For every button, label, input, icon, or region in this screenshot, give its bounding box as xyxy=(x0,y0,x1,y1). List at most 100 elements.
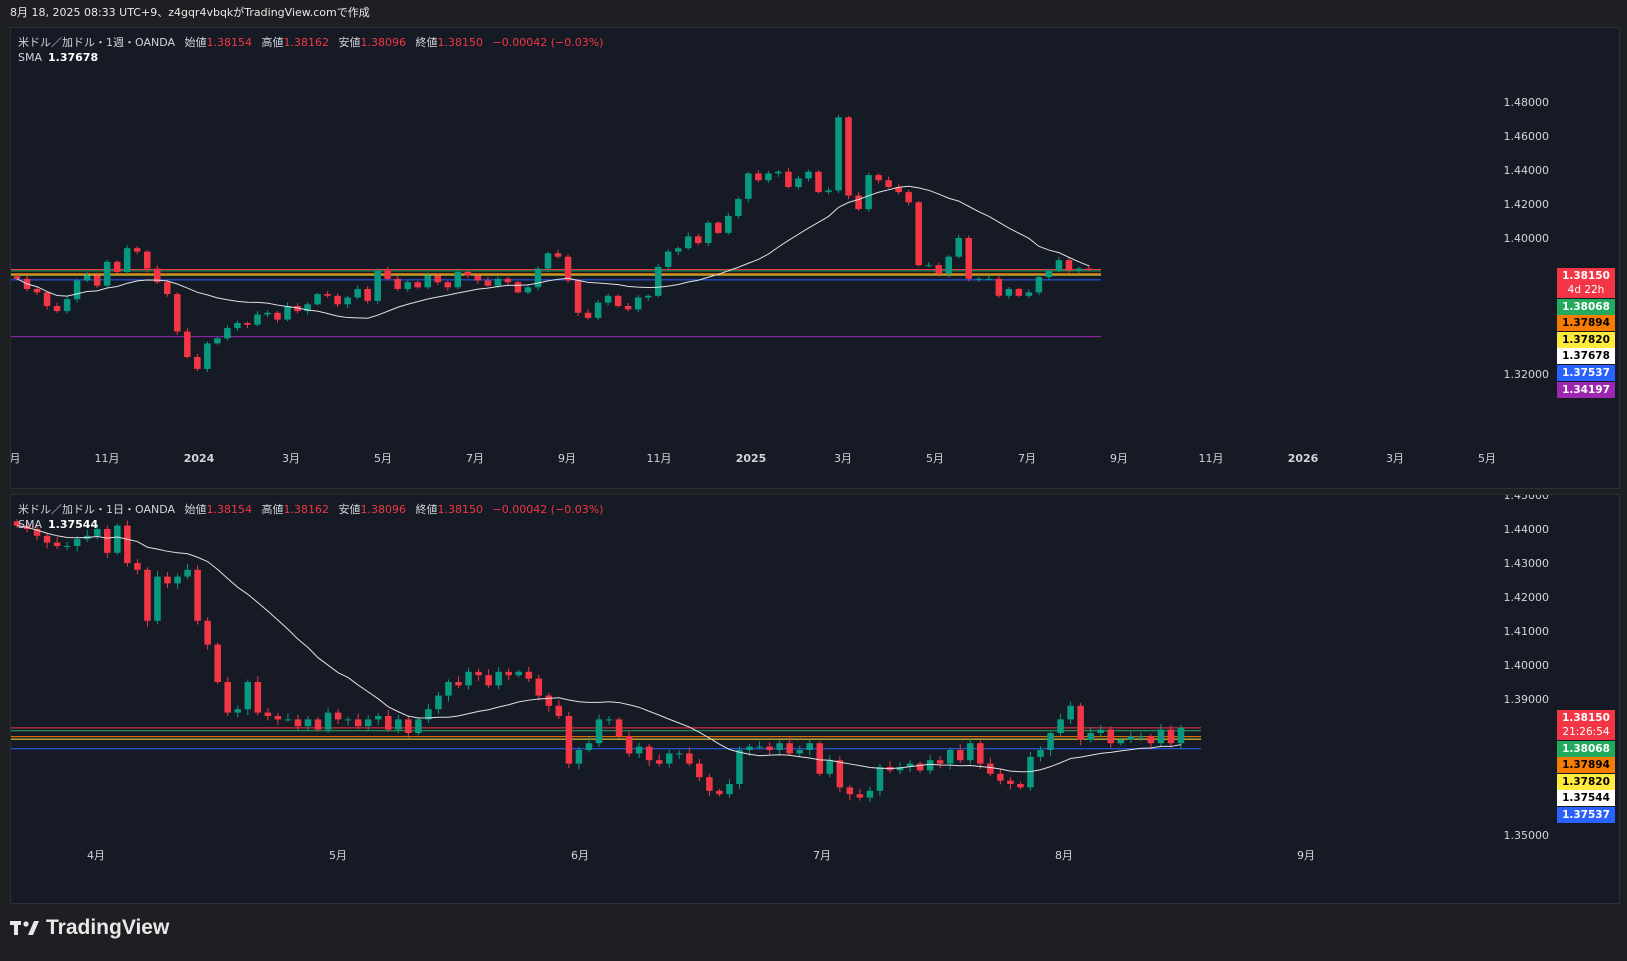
candle xyxy=(465,667,472,690)
candle-body xyxy=(796,750,803,754)
candle xyxy=(53,302,61,313)
weekly-chart-canvas[interactable]: 1.48000 1.46000 1.44000 1.42000 1.40000 1.320… xyxy=(11,28,1619,488)
candle-body xyxy=(264,312,271,315)
candle xyxy=(875,173,882,184)
price-tick: 1.32000 xyxy=(1504,368,1550,381)
candle-body xyxy=(655,760,663,764)
tradingview-logo[interactable]: TradingView xyxy=(10,916,169,940)
candle xyxy=(726,778,733,798)
candle-body xyxy=(364,719,372,727)
candle xyxy=(123,245,131,275)
candle xyxy=(835,115,842,194)
candle xyxy=(445,679,452,702)
candle xyxy=(935,262,942,277)
countdown-label: 21:26:54 xyxy=(1557,724,1615,740)
candle xyxy=(1075,266,1083,274)
price-label: 1.38068 xyxy=(1557,298,1615,315)
open-value: 1.38154 xyxy=(206,503,253,516)
candle xyxy=(1015,287,1023,298)
candle xyxy=(425,704,432,723)
candle-body xyxy=(985,278,993,280)
high-value: 1.38162 xyxy=(283,503,330,516)
candle xyxy=(776,740,783,756)
candle-body xyxy=(1107,729,1115,744)
candle-body xyxy=(414,282,422,288)
candle-body xyxy=(716,790,723,795)
candle xyxy=(384,266,391,281)
candle-body xyxy=(63,299,71,312)
candle xyxy=(1017,781,1024,790)
candle xyxy=(314,717,322,732)
candle-body xyxy=(735,198,742,216)
candle-body xyxy=(815,171,822,193)
time-tick: 3月 xyxy=(834,452,852,465)
candle-body xyxy=(856,794,864,798)
candle-body xyxy=(93,275,101,286)
candle xyxy=(524,284,532,295)
candle-body xyxy=(544,253,552,269)
price-tick: 1.48000 xyxy=(1504,96,1550,109)
candle xyxy=(73,278,81,303)
candle xyxy=(956,744,964,764)
candle xyxy=(344,716,352,726)
candle xyxy=(684,232,692,250)
candle xyxy=(364,286,371,304)
candle xyxy=(885,176,892,189)
candle-body xyxy=(234,323,241,329)
candle-body xyxy=(254,682,262,713)
candle xyxy=(374,713,382,725)
candle xyxy=(284,713,292,722)
time-tick: 月 xyxy=(11,452,21,465)
candle-body xyxy=(1005,289,1013,296)
candle xyxy=(134,559,141,575)
candle-body xyxy=(1127,736,1135,740)
daily-chart-pane[interactable]: 1.45000 1.44000 1.43000 1.42000 1.41000 1.400… xyxy=(10,494,1620,904)
candle-body xyxy=(354,719,362,727)
candle-body xyxy=(254,314,261,325)
candle xyxy=(985,275,993,281)
daily-chart-canvas[interactable]: 1.45000 1.44000 1.43000 1.42000 1.41000 1.400… xyxy=(11,495,1619,903)
candle-body xyxy=(464,272,472,276)
countdown-label: 4d 22h xyxy=(1557,282,1615,298)
candle-body xyxy=(184,331,191,357)
candle-body xyxy=(184,569,191,577)
close-label: 終値 xyxy=(415,503,438,516)
candle xyxy=(385,710,392,733)
candle-body xyxy=(454,272,462,288)
candle-body xyxy=(795,178,802,187)
candle-body xyxy=(816,743,824,774)
candle-body xyxy=(705,222,712,244)
candle xyxy=(674,246,682,255)
candle-body xyxy=(244,323,251,325)
candle-body xyxy=(866,790,874,798)
candle xyxy=(43,290,51,310)
weekly-chart-pane[interactable]: 1.48000 1.46000 1.44000 1.42000 1.40000 1.320… xyxy=(10,27,1620,489)
candle xyxy=(204,617,211,650)
candle xyxy=(624,302,632,312)
candle xyxy=(676,750,683,759)
candle-body xyxy=(194,357,201,369)
candle-body xyxy=(534,268,542,288)
candle-body xyxy=(224,328,231,339)
candle xyxy=(454,268,462,290)
weekly-sma-legend[interactable]: SMA 1.37678 xyxy=(18,51,98,64)
candle-body xyxy=(956,750,964,761)
candle xyxy=(254,676,262,716)
candle xyxy=(63,541,71,551)
candle-body xyxy=(605,719,613,721)
candle xyxy=(696,758,703,782)
candle-body xyxy=(73,280,81,300)
candle xyxy=(244,679,252,716)
candle xyxy=(104,525,111,558)
candle-body xyxy=(494,278,502,286)
candle-body xyxy=(1067,705,1074,720)
candle-body xyxy=(33,289,41,293)
candle xyxy=(324,291,331,298)
candle xyxy=(826,755,834,778)
daily-sma-legend[interactable]: SMA 1.37544 xyxy=(18,518,98,531)
daily-ohlc-legend: 米ドル／加ドル・1日・OANDA 始値1.38154 高値1.38162 安値1… xyxy=(18,501,603,517)
candle-body xyxy=(746,746,753,750)
open-label: 始値 xyxy=(184,36,207,49)
candle-body xyxy=(284,306,291,320)
candle xyxy=(795,175,802,190)
